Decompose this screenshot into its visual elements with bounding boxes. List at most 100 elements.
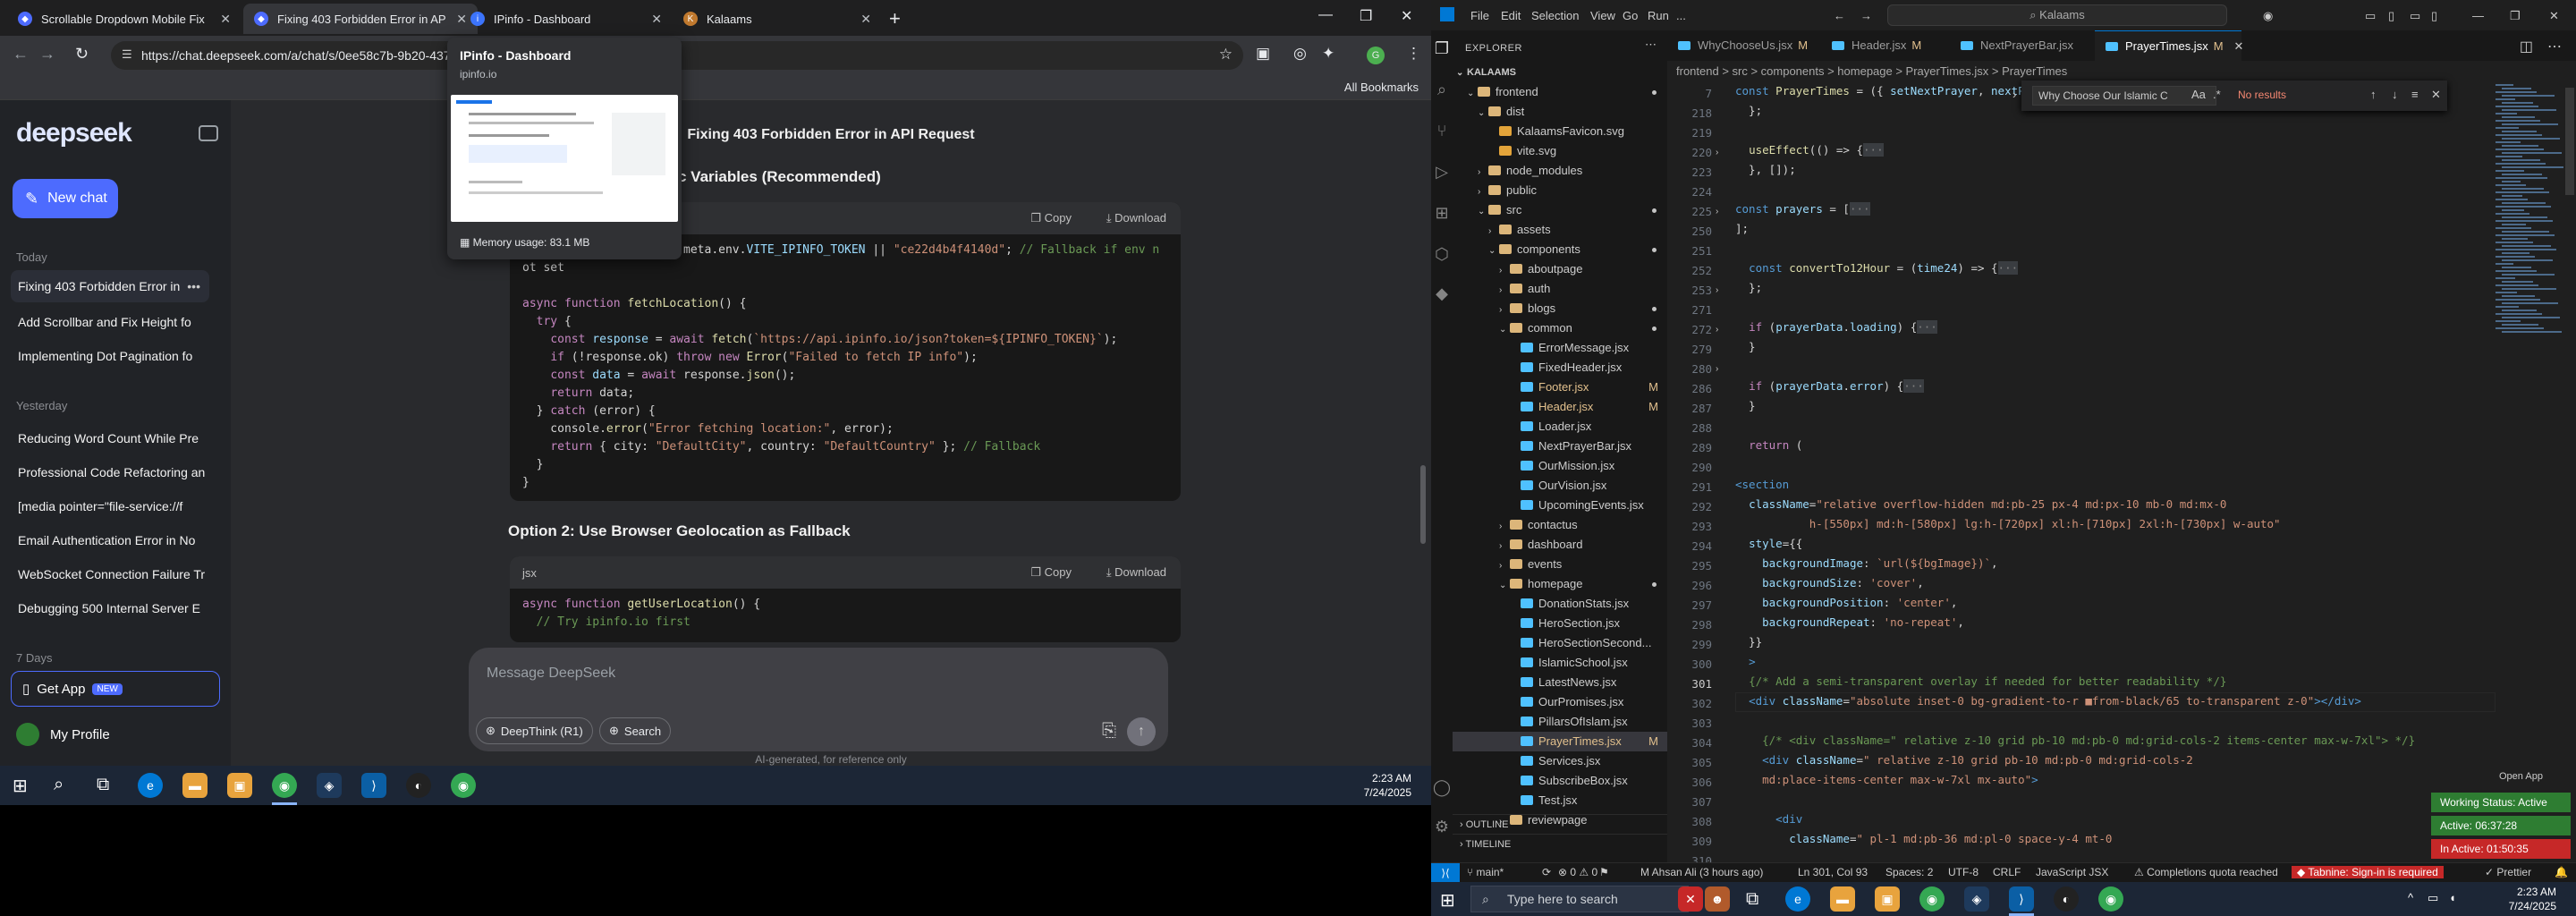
- taskbar-search[interactable]: ⌕ Type here to search: [1470, 886, 1689, 912]
- copilot-icon[interactable]: ◉: [2263, 9, 2273, 23]
- tree-file[interactable]: HeroSection.jsx: [1453, 614, 1667, 633]
- page-scrollbar[interactable]: [1420, 465, 1426, 544]
- close-icon[interactable]: ✕: [220, 12, 231, 27]
- tree-file[interactable]: OurVision.jsx: [1453, 476, 1667, 496]
- settings-gear-icon[interactable]: ⚙: [1431, 818, 1453, 836]
- tree-file[interactable]: Services.jsx: [1453, 751, 1667, 771]
- fold-chevron-icon[interactable]: ›: [1716, 285, 1718, 295]
- tree-folder[interactable]: ⌄ components: [1453, 240, 1667, 259]
- tree-file[interactable]: OurPromises.jsx: [1453, 692, 1667, 712]
- store-icon[interactable]: ▣: [227, 773, 252, 798]
- command-center[interactable]: ⌕ Kalaams: [1887, 4, 2227, 26]
- chat-item[interactable]: WebSocket Connection Failure Tr: [11, 558, 209, 590]
- visual-studio-icon[interactable]: ◈: [1964, 886, 1989, 912]
- menu-view[interactable]: View: [1590, 9, 1615, 22]
- search-icon[interactable]: ⌕: [54, 775, 64, 795]
- profile-avatar-icon[interactable]: G: [1367, 47, 1385, 64]
- find-input[interactable]: Why Choose Our Islamic C: [2032, 86, 2216, 106]
- editor-tab[interactable]: Header.jsx M: [1821, 30, 1948, 61]
- sync-icon[interactable]: ⟳: [1542, 866, 1551, 878]
- branch-status[interactable]: ⑂ main*: [1467, 866, 1504, 878]
- tree-file[interactable]: SubscribeBox.jsx: [1453, 771, 1667, 791]
- tree-file[interactable]: PillarsOfIslam.jsx: [1453, 712, 1667, 732]
- chat-item[interactable]: Fixing 403 Forbidden Error in •••: [11, 270, 209, 302]
- tree-file[interactable]: LatestNews.jsx: [1453, 673, 1667, 692]
- file-explorer-icon[interactable]: ▬: [182, 773, 208, 798]
- tree-file[interactable]: PrayerTimes.jsx M: [1453, 732, 1667, 751]
- menu-go[interactable]: Go: [1623, 9, 1638, 22]
- forward-icon[interactable]: →: [39, 45, 55, 64]
- chat-item[interactable]: [media pointer="file-service://f: [11, 490, 209, 522]
- sidebar-toggle-icon[interactable]: [199, 125, 218, 141]
- chat-item[interactable]: Add Scrollbar and Fix Height fo: [11, 306, 209, 338]
- split-editor-icon[interactable]: ◫: [2520, 38, 2533, 55]
- tree-file[interactable]: Loader.jsx: [1453, 417, 1667, 437]
- toggle-sidebar-icon[interactable]: ▯: [2388, 9, 2394, 23]
- cursor-position[interactable]: Ln 301, Col 93: [1798, 866, 1868, 878]
- close-icon[interactable]: ✕: [2234, 39, 2244, 53]
- tabnine-icon[interactable]: ◆: [1431, 284, 1453, 303]
- prettier-status[interactable]: ✓ Prettier: [2485, 866, 2531, 878]
- account-icon[interactable]: ◯: [1431, 778, 1453, 797]
- close-icon[interactable]: ✕: [860, 12, 871, 27]
- arrow-down-icon[interactable]: ↓: [2392, 88, 2398, 101]
- tree-folder[interactable]: › dashboard: [1453, 535, 1667, 555]
- browser-tab[interactable]: i IPinfo - Dashboard ✕: [460, 4, 673, 34]
- close-icon[interactable]: ✕: [2431, 88, 2441, 102]
- tree-file[interactable]: OurMission.jsx: [1453, 456, 1667, 476]
- tree-folder[interactable]: › blogs: [1453, 299, 1667, 318]
- tree-file[interactable]: NextPrayerBar.jsx: [1453, 437, 1667, 456]
- timeline-section[interactable]: › TIMELINE: [1453, 834, 1667, 853]
- network-icon[interactable]: ▭: [2428, 891, 2438, 905]
- clock[interactable]: 2:23 AM 7/24/2025: [2509, 885, 2556, 913]
- download-button[interactable]: ⤓ Download: [1106, 211, 1166, 225]
- menu-selection[interactable]: Selection: [1531, 9, 1579, 22]
- edge-icon[interactable]: e: [138, 773, 163, 798]
- editor-scrollbar[interactable]: [2565, 88, 2574, 195]
- site-info-icon[interactable]: ☰: [122, 47, 132, 62]
- search-toggle[interactable]: ⊕ Search: [599, 717, 672, 744]
- editor-tab-active[interactable]: PrayerTimes.jsx M ✕: [2095, 30, 2244, 61]
- nav-back-icon[interactable]: ←: [1834, 9, 1845, 22]
- bell-icon[interactable]: 🔔: [2555, 866, 2568, 878]
- workspace-root[interactable]: ⌄ KALAAMS: [1453, 63, 1667, 82]
- chat-item[interactable]: Professional Code Refactoring an: [11, 456, 209, 488]
- chat-item[interactable]: Email Authentication Error in No: [11, 524, 209, 556]
- notification-icon[interactable]: ⚑: [1599, 866, 1609, 878]
- chevron-right-icon[interactable]: ›: [2012, 88, 2016, 101]
- toggle-panel-icon[interactable]: ▭: [2410, 9, 2420, 23]
- tree-folder[interactable]: › node_modules: [1453, 161, 1667, 181]
- tree-file[interactable]: KalaamsFavicon.svg: [1453, 122, 1667, 141]
- editor-tab[interactable]: NextPrayerBar.jsx: [1950, 30, 2091, 61]
- download-button[interactable]: ⤓ Download: [1106, 565, 1166, 580]
- visual-studio-icon[interactable]: ◈: [317, 773, 342, 798]
- chat-item[interactable]: Reducing Word Count While Pre: [11, 422, 209, 454]
- tree-file[interactable]: IslamicSchool.jsx: [1453, 653, 1667, 673]
- chrome-icon[interactable]: ◉: [2098, 886, 2123, 912]
- tree-folder[interactable]: ⌄ homepage: [1453, 574, 1667, 594]
- reload-icon[interactable]: ↻: [75, 45, 89, 64]
- quota-status[interactable]: ⚠ Completions quota reached: [2134, 866, 2278, 878]
- browser-tab[interactable]: ◆ Scrollable Dropdown Mobile Fix ✕: [7, 4, 242, 34]
- close-window-icon[interactable]: ✕: [2549, 9, 2559, 23]
- more-icon[interactable]: •••: [187, 279, 200, 293]
- open-app-link[interactable]: Open App: [2499, 771, 2543, 782]
- source-control-icon[interactable]: ⑂: [1431, 122, 1453, 140]
- close-icon[interactable]: ✕: [651, 12, 662, 27]
- browser-tab[interactable]: K Kalaams ✕: [673, 4, 882, 34]
- explorer-icon[interactable]: ❐: [1431, 39, 1453, 58]
- layout-icon[interactable]: ▭: [2365, 9, 2376, 23]
- tree-file[interactable]: UpcomingEvents.jsx: [1453, 496, 1667, 515]
- tree-folder[interactable]: ⌄ dist: [1453, 102, 1667, 122]
- maximize-icon[interactable]: ❐: [1360, 7, 1372, 25]
- profile-button[interactable]: My Profile: [16, 723, 110, 746]
- tree-folder[interactable]: › public: [1453, 181, 1667, 200]
- language-mode[interactable]: JavaScript JSX: [2036, 866, 2108, 878]
- app-icon[interactable]: ✕: [1678, 886, 1703, 912]
- tree-folder[interactable]: › auth: [1453, 279, 1667, 299]
- extensions-puzzle-icon[interactable]: ✦: [1322, 45, 1335, 63]
- menu-kebab-icon[interactable]: ⋮: [1406, 45, 1421, 63]
- tree-folder[interactable]: › contactus: [1453, 515, 1667, 535]
- fold-chevron-icon[interactable]: ›: [1716, 325, 1718, 335]
- browser-tab-active[interactable]: ◆ Fixing 403 Forbidden Error in AP ✕: [243, 4, 478, 34]
